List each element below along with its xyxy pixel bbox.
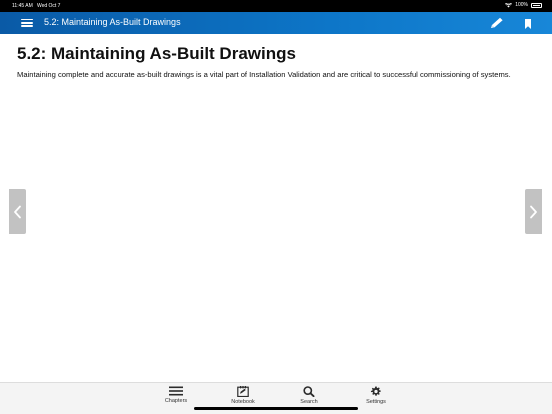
tab-chapters-label: Chapters	[164, 398, 188, 404]
home-indicator[interactable]	[194, 407, 358, 410]
tab-settings[interactable]: Settings	[351, 386, 401, 410]
app-screen: 11:45 AM Wed Oct 7 100% 5.2: Maintaining…	[0, 0, 552, 414]
hamburger-icon[interactable]	[21, 19, 33, 27]
wifi-icon	[505, 2, 513, 7]
bookmark-icon[interactable]	[524, 19, 532, 29]
tab-search-label: Search	[300, 399, 318, 405]
pencil-icon[interactable]	[490, 17, 506, 29]
notebook-icon	[237, 386, 249, 397]
chevron-right-icon	[530, 205, 537, 218]
status-right: 100%	[505, 2, 542, 8]
battery-percent: 100%	[515, 2, 528, 8]
battery-icon	[531, 2, 542, 8]
nav-title: 5.2: Maintaining As-Built Drawings	[44, 17, 181, 27]
gear-icon	[370, 386, 381, 396]
list-icon	[169, 386, 183, 396]
body-paragraph: Maintaining complete and accurate as-bui…	[17, 70, 511, 79]
page-title: 5.2: Maintaining As-Built Drawings	[17, 44, 296, 63]
next-page-button[interactable]	[525, 189, 542, 234]
status-date: Wed Oct 7	[36, 3, 61, 9]
chevron-left-icon	[14, 205, 21, 218]
status-bar: 11:45 AM Wed Oct 7 100%	[0, 0, 552, 12]
nav-bar: 5.2: Maintaining As-Built Drawings	[0, 12, 552, 34]
tab-settings-label: Settings	[366, 399, 386, 405]
tab-notebook-label: Notebook	[231, 399, 255, 405]
status-time: 11:45 AM	[12, 3, 33, 9]
previous-page-button[interactable]	[9, 189, 26, 234]
status-time-date: 11:45 AM Wed Oct 7	[12, 3, 60, 9]
search-icon	[303, 386, 315, 397]
